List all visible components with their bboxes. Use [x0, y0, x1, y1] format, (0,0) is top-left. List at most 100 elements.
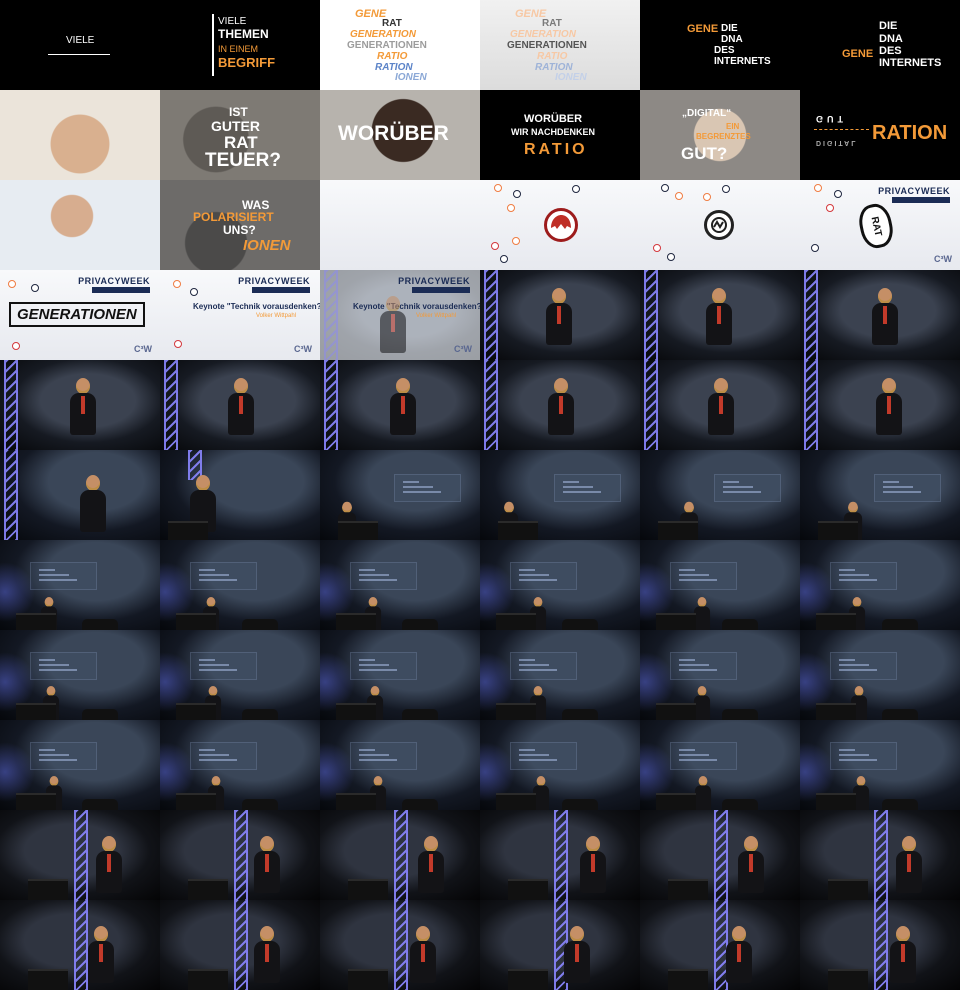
- frame-21: PRIVACYWEEK Keynote "Technik vorausdenke…: [320, 270, 480, 360]
- stage-truss: [554, 810, 568, 900]
- projection-screen: [190, 562, 257, 590]
- word-generation: GENERATION: [510, 29, 576, 40]
- projection-screen: [350, 742, 417, 770]
- frame-06: DIE DNA GENE DES INTERNETS: [800, 0, 960, 90]
- word-ration: RATION: [872, 122, 948, 144]
- line-themen: THEMEN: [218, 27, 269, 41]
- network-node: [12, 342, 20, 350]
- podium: [188, 969, 228, 990]
- network-node: [667, 253, 675, 261]
- frame-61: [0, 900, 160, 990]
- frame-45: [320, 630, 480, 720]
- frame-05: GENE DIE DNA DES INTERNETS: [640, 0, 800, 90]
- keynote-title: Keynote "Technik vorausdenken?": [353, 302, 480, 311]
- podium: [336, 793, 376, 810]
- line-begriff: BEGRIFF: [218, 55, 276, 70]
- frame-58: [480, 810, 640, 900]
- word-generation: GENERATION: [350, 29, 416, 40]
- frame-26: [160, 360, 320, 450]
- podium: [348, 969, 388, 990]
- privacyweek-bar: [252, 287, 310, 293]
- network-node: [722, 185, 730, 193]
- network-node: [814, 184, 822, 192]
- network-node: [174, 340, 182, 348]
- rat-badge-text: RAT: [868, 215, 884, 237]
- speaker: [704, 378, 738, 436]
- word-ratio: RATIO: [524, 141, 588, 158]
- frame-47: [640, 630, 800, 720]
- word-dna: DNA: [721, 34, 743, 45]
- speaker: [872, 378, 906, 436]
- projection-screen: [510, 562, 577, 590]
- frame-07-photo-woman: [0, 90, 160, 180]
- frame-25: [0, 360, 160, 450]
- podium: [168, 521, 208, 540]
- projection-screen: [714, 474, 781, 502]
- frame-28: [480, 360, 640, 450]
- projection-screen: [394, 474, 461, 502]
- stage-truss: [644, 360, 658, 450]
- dash-line: [814, 129, 869, 130]
- podium: [508, 969, 548, 990]
- projection-screen: [874, 474, 941, 502]
- frame-10: WORÜBER WIR NACHDENKEN RATIO: [480, 90, 640, 180]
- word-internets: INTERNETS: [879, 57, 942, 69]
- speaker: [92, 836, 126, 894]
- word-generationen: GENERATIONEN: [507, 40, 587, 51]
- stage-sofa: [402, 709, 438, 720]
- podium: [496, 613, 536, 630]
- word-guter: GUTER: [211, 118, 260, 134]
- frame-34: [480, 450, 640, 540]
- frame-41: [640, 540, 800, 630]
- podium: [818, 521, 858, 540]
- privacyweek-logo: PRIVACYWEEK: [878, 186, 950, 196]
- frame-01: VIELE: [0, 0, 160, 90]
- projection-screen: [30, 742, 97, 770]
- network-node: [572, 185, 580, 193]
- word-wir-nachdenken: WIR NACHDENKEN: [511, 127, 595, 137]
- network-node: [826, 204, 834, 212]
- network-node: [190, 288, 198, 296]
- podium: [656, 703, 696, 720]
- frame-22: [480, 270, 640, 360]
- speaker: [576, 836, 610, 894]
- frame-19: PRIVACYWEEK GENERATIONEN C³W: [0, 270, 160, 360]
- word-ist: IST: [229, 105, 248, 119]
- stage-sofa: [402, 799, 438, 810]
- frame-27: [320, 360, 480, 450]
- keynote-speaker: Volker Wittpahl: [256, 313, 297, 319]
- word-des: DES: [714, 45, 735, 56]
- frame-08: IST GUTER RAT TEUER?: [160, 90, 320, 180]
- stage-sofa: [242, 619, 278, 630]
- speaker: [722, 926, 756, 984]
- podium: [496, 703, 536, 720]
- podium: [28, 969, 68, 990]
- projection-screen: [670, 742, 737, 770]
- podium: [828, 969, 868, 990]
- word-ratio: RATIO: [377, 51, 408, 62]
- frame-53: [640, 720, 800, 810]
- podium: [656, 793, 696, 810]
- podium: [816, 793, 856, 810]
- podium: [16, 703, 56, 720]
- frame-18: PRIVACYWEEK RAT C³W: [800, 180, 960, 270]
- network-node: [512, 237, 520, 245]
- line-in-einem: IN EINEM: [218, 44, 259, 54]
- podium: [188, 879, 228, 900]
- vertical-rule: [212, 14, 214, 76]
- frame-44: [160, 630, 320, 720]
- frame-57: [320, 810, 480, 900]
- projection-screen: [350, 652, 417, 680]
- word-gut: GUT?: [681, 144, 728, 163]
- word-rat: RAT: [382, 18, 402, 29]
- word-rat: RAT: [224, 133, 258, 152]
- stage-truss: [484, 270, 498, 360]
- red-hair-icon: [544, 208, 578, 242]
- frame-51: [320, 720, 480, 810]
- mirrored-digital: DIGITAL: [816, 139, 858, 146]
- network-node: [491, 242, 499, 250]
- stage-truss: [234, 810, 248, 900]
- frame-30: [800, 360, 960, 450]
- stage-sofa: [722, 709, 758, 720]
- stage-truss: [324, 270, 338, 360]
